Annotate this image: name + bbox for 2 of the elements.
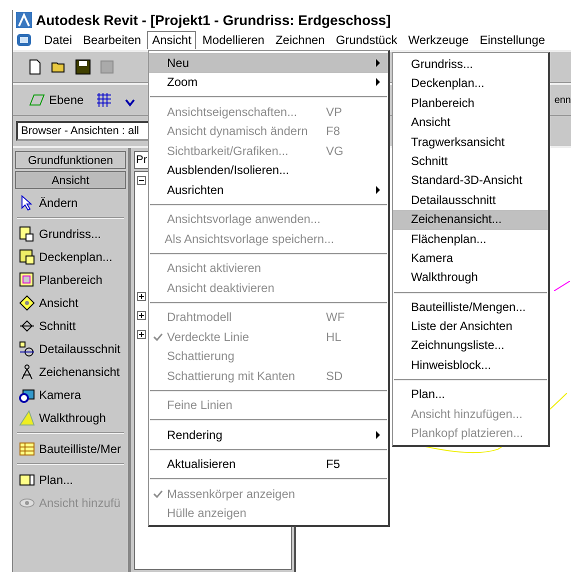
- window-title: Autodesk Revit - [Projekt1 - Grundriss: Erdgeschoss]: [36, 12, 391, 28]
- toolbar-label: enn: [554, 94, 571, 106]
